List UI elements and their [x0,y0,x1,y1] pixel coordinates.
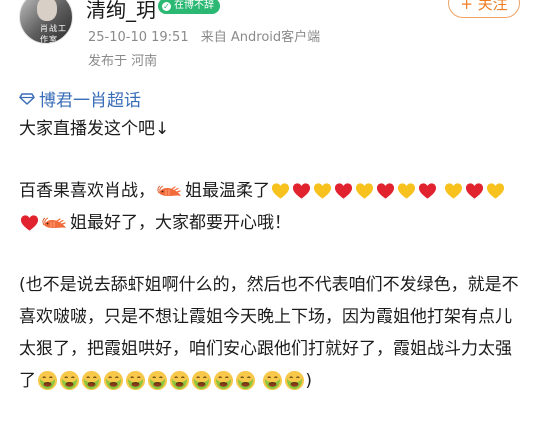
text-segment: 百香果喜欢肖战， [19,181,155,201]
topic-link[interactable]: 博君一肖超话 [19,86,141,111]
sick-face-icon [262,370,283,391]
yellow-heart-icon [313,182,332,200]
badge-label: 在博不辞 [174,0,214,11]
sick-face-icon [235,370,256,391]
sick-face-icon [103,370,124,391]
post-location: 发布于 河南 [88,54,158,69]
avatar[interactable]: 肖战工作室 [19,0,73,44]
red-heart-icon [418,182,437,200]
badge-icon: ✓ [162,1,171,11]
diamond-icon [19,92,35,105]
sick-face-icon [147,370,168,391]
post-line-1: 大家直播发这个吧↓ [19,119,170,139]
post-content: 大家直播发这个吧↓ 百香果喜欢肖战， 姐最温柔了 姐最好了，大家都要开心哦！ (也… [19,113,524,397]
yellow-heart-icon [397,182,416,200]
sick-face-icon [125,370,146,391]
yellow-heart-icon [444,182,463,200]
shrimp-icon [156,184,184,200]
sick-face-icon [284,370,305,391]
post-source: 来自 Android客户端 [200,30,321,45]
shrimp-icon [41,216,69,232]
post-date: 25-10-10 19:51 [88,30,189,45]
username[interactable]: 清绚_玥 [86,0,156,23]
red-heart-icon [292,182,311,200]
sick-face-icon [59,370,80,391]
text-segment: ) [305,371,313,391]
post-meta: 25-10-10 19:51 来自 Android客户端 [88,26,328,45]
follow-button[interactable]: + 关注 [448,0,520,18]
avatar-signature: 肖战工作室 [40,24,67,44]
sick-face-icon [169,370,190,391]
red-heart-icon [376,182,395,200]
yellow-heart-icon [271,182,290,200]
sick-face-icon [37,370,58,391]
red-heart-icon [20,214,39,232]
avatar-face [37,0,57,21]
red-heart-icon [334,182,353,200]
user-badge[interactable]: ✓ 在博不辞 [158,0,220,14]
sick-face-icon [191,370,212,391]
yellow-heart-icon [355,182,374,200]
red-heart-icon [465,182,484,200]
text-segment: 姐最温柔了 [185,181,270,201]
post-paragraph-2: 百香果喜欢肖战， 姐最温柔了 姐最好了，大家都要开心哦！ [19,175,524,239]
topic-label: 博君一肖超话 [39,91,141,111]
sick-face-icon [81,370,102,391]
yellow-heart-icon [486,182,505,200]
sick-face-icon [213,370,234,391]
post-header: 肖战工作室 清绚_玥 ✓ 在博不辞 + 关注 25-10-10 19:51 来自… [0,0,540,80]
text-segment: 姐最好了，大家都要开心哦！ [70,213,291,233]
post-paragraph-3: (也不是说去舔虾姐啊什么的，然后也不代表咱们不发绿色，就是不喜欢啵啵，只是不想让… [19,269,524,397]
